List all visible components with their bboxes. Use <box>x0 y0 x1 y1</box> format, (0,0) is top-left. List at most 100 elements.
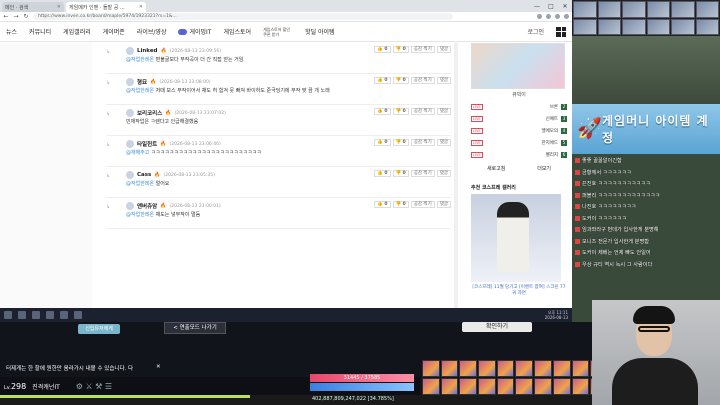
avatar[interactable] <box>126 171 134 179</box>
dislike-button[interactable]: 👎 0 <box>392 170 409 177</box>
back-icon[interactable]: ← <box>3 13 9 20</box>
live-row[interactable]: LIVE 신예트 3 <box>471 113 567 125</box>
start-icon[interactable] <box>4 311 12 319</box>
like-button[interactable]: 👍 0 <box>374 201 391 208</box>
nav-item-store[interactable]: 게임스토어 <box>223 27 251 36</box>
avatar[interactable] <box>126 78 134 86</box>
mention-link[interactable]: @작업한레온 <box>126 181 154 187</box>
refresh-tab[interactable]: 새로고침 <box>487 165 505 172</box>
mention-link[interactable]: @작업한레온 <box>126 212 154 218</box>
reply-button[interactable]: 댓글 <box>436 201 451 208</box>
reload-icon[interactable]: ↻ <box>23 13 29 20</box>
share-button[interactable]: 공감 찍기 <box>410 201 435 208</box>
mention-link[interactable]: @작업한레온 <box>126 57 154 63</box>
live-row[interactable]: LIVE 브론 2 <box>471 101 567 113</box>
browser-tab-active[interactable]: 게임메카 인벤 · 돌발 공 ... ✕ <box>66 2 146 12</box>
nav-item-community[interactable]: 커뮤니티 <box>29 27 51 36</box>
menu-icon[interactable] <box>564 14 569 19</box>
more-tab[interactable]: 더보기 <box>537 165 551 172</box>
comment-author[interactable]: 타일헌트 <box>137 140 157 148</box>
dislike-button[interactable]: 👎 0 <box>392 108 409 115</box>
comment-author[interactable]: 형묘 <box>137 78 147 86</box>
browser-tab[interactable]: 메인 · 검색 ✕ <box>2 2 64 12</box>
like-button[interactable]: 👍 0 <box>374 170 391 177</box>
reply-button[interactable]: 댓글 <box>436 139 451 146</box>
reply-button[interactable]: 댓글 <box>436 46 451 53</box>
live-row[interactable]: LIVE 엘에모의 4 <box>471 125 567 137</box>
like-button[interactable]: 👍 0 <box>374 77 391 84</box>
avatar[interactable] <box>126 140 134 148</box>
live-row[interactable]: LIVE 한지에드 5 <box>471 137 567 149</box>
nav-item-gallery[interactable]: 게임갤러리 <box>63 27 91 36</box>
close-window-button[interactable]: ✕ <box>558 3 572 10</box>
share-button[interactable]: 공감 찍기 <box>410 139 435 146</box>
skill-slot[interactable] <box>552 378 571 395</box>
comment-author[interactable]: 앤버츄암 <box>137 202 157 210</box>
nav-item-gaming-it[interactable]: 게이밍IT <box>178 27 211 36</box>
notice-close-icon[interactable]: ✕ <box>156 364 161 370</box>
nav-item-news[interactable]: 뉴스 <box>6 27 17 36</box>
skill-slot[interactable] <box>552 360 571 377</box>
gallery-caption[interactable]: [코스프레] 11월 당기고 [이벤트 참여] 스크린 77 귀 자면 <box>471 284 567 296</box>
close-tab-icon[interactable]: ✕ <box>57 4 61 10</box>
skill-slot[interactable] <box>496 360 515 377</box>
store-promo[interactable]: 게임스토어 할인 쿠폰 받기 <box>263 27 293 37</box>
avatar[interactable] <box>126 47 134 55</box>
avatar[interactable] <box>126 109 134 117</box>
menu-icons[interactable]: ⚙ ⚔ ⚒ ☰ <box>76 382 112 391</box>
skill-slot[interactable] <box>534 360 552 377</box>
taskbar-app-icon[interactable] <box>46 311 54 319</box>
reply-button[interactable]: 댓글 <box>436 77 451 84</box>
like-button[interactable]: 👍 0 <box>374 139 391 146</box>
nav-item-live[interactable]: 라이브/영상 <box>137 27 167 36</box>
skill-slot[interactable] <box>440 360 459 377</box>
profile-icon[interactable] <box>555 14 560 19</box>
skill-slot[interactable] <box>459 378 478 395</box>
skill-slot[interactable] <box>422 360 440 377</box>
minimize-button[interactable]: — <box>530 3 544 10</box>
dislike-button[interactable]: 👎 0 <box>392 139 409 146</box>
exit-cinematic-button[interactable]: < 연출모드 나가기 <box>164 322 226 334</box>
taskbar-app-icon[interactable] <box>74 311 82 319</box>
dislike-button[interactable]: 👎 0 <box>392 201 409 208</box>
mention-link[interactable]: @작업한레온 <box>126 88 154 94</box>
forward-icon[interactable]: → <box>13 13 19 20</box>
app-grid-icon[interactable] <box>556 26 566 37</box>
comment-author[interactable]: Linked <box>137 48 157 54</box>
live-row[interactable]: LIVE 벨리지 6 <box>471 149 567 161</box>
skill-slot[interactable] <box>534 378 552 395</box>
extension-icon[interactable] <box>546 14 551 19</box>
maximize-button[interactable]: □ <box>544 3 558 10</box>
dislike-button[interactable]: 👎 0 <box>392 77 409 84</box>
skill-slot[interactable] <box>478 378 496 395</box>
skill-slot[interactable] <box>496 378 515 395</box>
extension-icon[interactable] <box>537 14 542 19</box>
preview-thumbnail[interactable] <box>471 43 565 89</box>
nav-item-gamerzone[interactable]: 게이머존 <box>103 27 125 36</box>
skill-slot[interactable] <box>515 360 534 377</box>
taskbar-app-icon[interactable] <box>18 311 26 319</box>
skill-slot[interactable] <box>422 378 440 395</box>
share-button[interactable]: 공감 찍기 <box>410 77 435 84</box>
hot-deal-link[interactable]: 핫딜 아이템 <box>305 27 335 36</box>
skill-slot[interactable] <box>515 378 534 395</box>
close-tab-icon[interactable]: ✕ <box>139 4 143 10</box>
skill-slot[interactable] <box>571 360 590 377</box>
avatar[interactable] <box>126 202 134 210</box>
taskbar-app-icon[interactable] <box>32 311 40 319</box>
clock[interactable]: 오후 11:11 2026-08-13 <box>545 310 568 320</box>
reply-button[interactable]: 댓글 <box>436 108 451 115</box>
url-field[interactable]: https://www.inven.co.kr/board/maple/5974… <box>33 13 453 20</box>
login-link[interactable]: 로그인 <box>527 27 544 36</box>
taskbar-app-icon[interactable] <box>60 311 68 319</box>
share-button[interactable]: 공감 찍기 <box>410 46 435 53</box>
cosplay-image[interactable] <box>471 194 561 282</box>
skill-slot[interactable] <box>440 378 459 395</box>
like-button[interactable]: 👍 0 <box>374 46 391 53</box>
share-button[interactable]: 공감 찍기 <box>410 108 435 115</box>
skill-slot[interactable] <box>459 360 478 377</box>
skill-slot[interactable] <box>478 360 496 377</box>
confirm-button[interactable]: 확인하기 <box>462 322 532 332</box>
reply-button[interactable]: 댓글 <box>436 170 451 177</box>
share-button[interactable]: 공감 찍기 <box>410 170 435 177</box>
